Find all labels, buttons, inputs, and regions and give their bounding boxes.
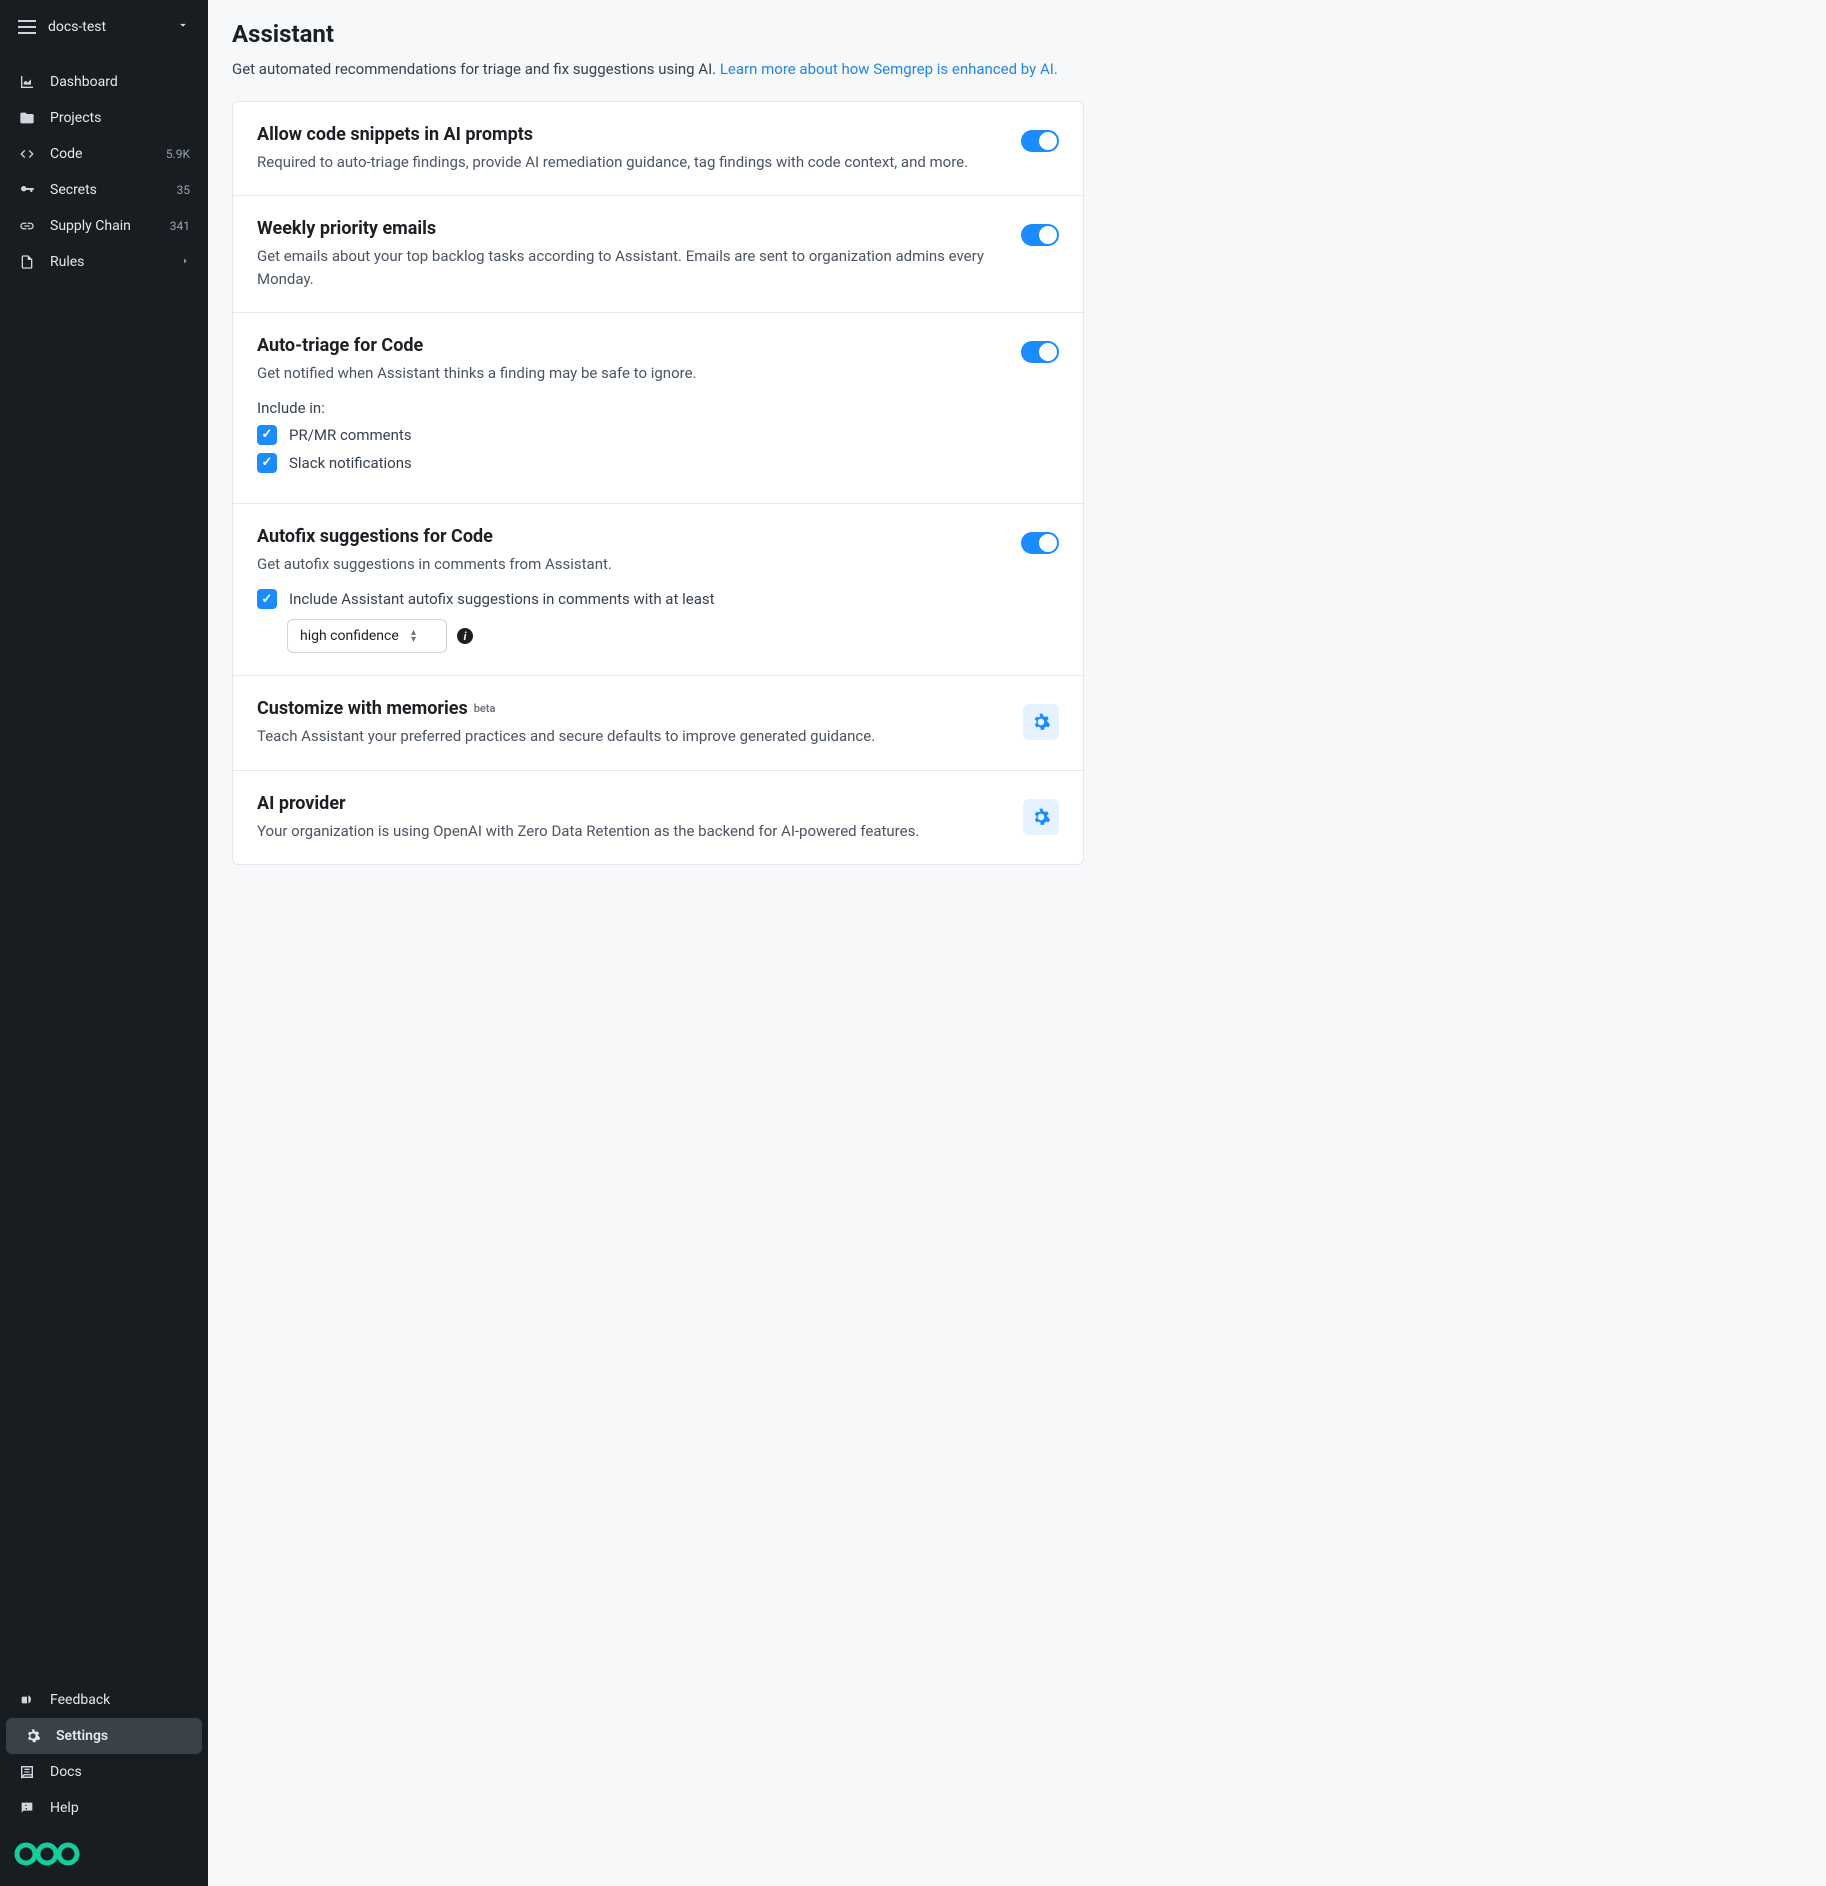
section-desc: Your organization is using OpenAI with Z… — [257, 820, 999, 843]
clipboard-icon — [18, 254, 36, 270]
section-title: Weekly priority emails — [257, 218, 997, 239]
section-ai-provider: AI provider Your organization is using O… — [233, 771, 1083, 865]
sidebar-item-projects[interactable]: Projects — [0, 100, 208, 136]
page-subtitle: Get automated recommendations for triage… — [232, 58, 1084, 81]
section-snippets: Allow code snippets in AI prompts Requir… — [233, 102, 1083, 197]
toggle-autotriage[interactable] — [1021, 341, 1059, 363]
key-icon — [18, 182, 36, 198]
sidebar-item-label: Secrets — [50, 182, 163, 198]
section-title: Auto-triage for Code — [257, 335, 997, 356]
section-desc: Get autofix suggestions in comments from… — [257, 553, 997, 576]
checkbox-include-autofix[interactable]: ✓ Include Assistant autofix suggestions … — [257, 589, 997, 609]
section-desc: Required to auto-triage findings, provid… — [257, 151, 997, 174]
sidebar-item-label: Rules — [50, 254, 166, 270]
sidebar-item-label: Help — [50, 1800, 190, 1816]
sidebar-badge: 341 — [170, 219, 190, 233]
sidebar-badge: 5.9K — [166, 147, 190, 161]
section-autofix: Autofix suggestions for Code Get autofix… — [233, 504, 1083, 677]
settings-card: Allow code snippets in AI prompts Requir… — [232, 101, 1084, 866]
section-desc: Get emails about your top backlog tasks … — [257, 245, 997, 290]
info-icon[interactable]: i — [457, 628, 473, 644]
sidebar: docs-test Dashboard Projects Code 5.9K S… — [0, 0, 208, 1886]
include-in-label: Include in: — [257, 399, 997, 417]
section-desc: Teach Assistant your preferred practices… — [257, 725, 999, 748]
section-weekly-emails: Weekly priority emails Get emails about … — [233, 196, 1083, 313]
help-icon — [18, 1800, 36, 1816]
checkbox-label: Slack notifications — [289, 454, 412, 472]
sidebar-item-label: Feedback — [50, 1692, 190, 1708]
sidebar-item-label: Projects — [50, 110, 176, 126]
gear-icon — [24, 1728, 42, 1744]
toggle-snippets[interactable] — [1021, 130, 1059, 152]
sidebar-item-code[interactable]: Code 5.9K — [0, 136, 208, 172]
nav-main: Dashboard Projects Code 5.9K Secrets 35 … — [0, 54, 208, 280]
menu-icon — [18, 20, 36, 34]
learn-more-link[interactable]: Learn more about how Semgrep is enhanced… — [720, 60, 1058, 78]
book-icon — [18, 1764, 36, 1780]
link-icon — [18, 218, 36, 234]
toggle-weekly-emails[interactable] — [1021, 224, 1059, 246]
memories-settings-button[interactable] — [1023, 704, 1059, 740]
beta-tag: beta — [474, 702, 496, 715]
checkbox-pr-comments[interactable]: ✓ PR/MR comments — [257, 425, 997, 445]
checkbox-label: PR/MR comments — [289, 426, 412, 444]
code-icon — [18, 146, 36, 162]
confidence-select[interactable]: high confidence ▴▾ — [287, 619, 447, 653]
sidebar-item-feedback[interactable]: Feedback — [0, 1682, 208, 1718]
section-title: Autofix suggestions for Code — [257, 526, 997, 547]
section-title: AI provider — [257, 793, 999, 814]
sidebar-item-supply-chain[interactable]: Supply Chain 341 — [0, 208, 208, 244]
toggle-autofix[interactable] — [1021, 532, 1059, 554]
checkbox-label: Include Assistant autofix suggestions in… — [289, 590, 715, 608]
sidebar-item-label: Code — [50, 146, 152, 162]
provider-settings-button[interactable] — [1023, 799, 1059, 835]
sidebar-item-label: Settings — [56, 1728, 184, 1744]
page-title: Assistant — [232, 20, 1084, 48]
sidebar-badge: 35 — [177, 183, 191, 197]
nav-bottom: Feedback Settings Docs Help — [0, 1682, 208, 1886]
chevron-down-icon — [176, 18, 190, 36]
section-memories: Customize with memories beta Teach Assis… — [233, 676, 1083, 771]
checkbox-icon: ✓ — [257, 589, 277, 609]
org-switcher[interactable]: docs-test — [0, 0, 208, 54]
section-autotriage: Auto-triage for Code Get notified when A… — [233, 313, 1083, 504]
checkbox-slack-notifications[interactable]: ✓ Slack notifications — [257, 453, 997, 473]
sidebar-item-settings[interactable]: Settings — [6, 1718, 202, 1754]
sidebar-item-help[interactable]: Help — [0, 1790, 208, 1826]
section-title-text: Customize with memories — [257, 698, 468, 719]
logo — [0, 1826, 208, 1870]
folder-icon — [18, 110, 36, 126]
sidebar-item-dashboard[interactable]: Dashboard — [0, 64, 208, 100]
main-content: Assistant Get automated recommendations … — [208, 0, 1108, 1886]
sidebar-item-secrets[interactable]: Secrets 35 — [0, 172, 208, 208]
chart-area-icon — [18, 74, 36, 90]
sidebar-item-docs[interactable]: Docs — [0, 1754, 208, 1790]
section-title: Customize with memories beta — [257, 698, 999, 719]
sidebar-item-label: Dashboard — [50, 74, 176, 90]
org-name: docs-test — [48, 19, 164, 35]
subtitle-text: Get automated recommendations for triage… — [232, 60, 720, 78]
sidebar-item-rules[interactable]: Rules — [0, 244, 208, 280]
select-value: high confidence — [300, 628, 399, 644]
checkbox-icon: ✓ — [257, 453, 277, 473]
sidebar-item-label: Supply Chain — [50, 218, 156, 234]
select-arrows-icon: ▴▾ — [411, 629, 416, 643]
chevron-right-icon — [180, 255, 190, 269]
section-title: Allow code snippets in AI prompts — [257, 124, 997, 145]
megaphone-icon — [18, 1692, 36, 1708]
section-desc: Get notified when Assistant thinks a fin… — [257, 362, 997, 385]
checkbox-icon: ✓ — [257, 425, 277, 445]
sidebar-item-label: Docs — [50, 1764, 190, 1780]
